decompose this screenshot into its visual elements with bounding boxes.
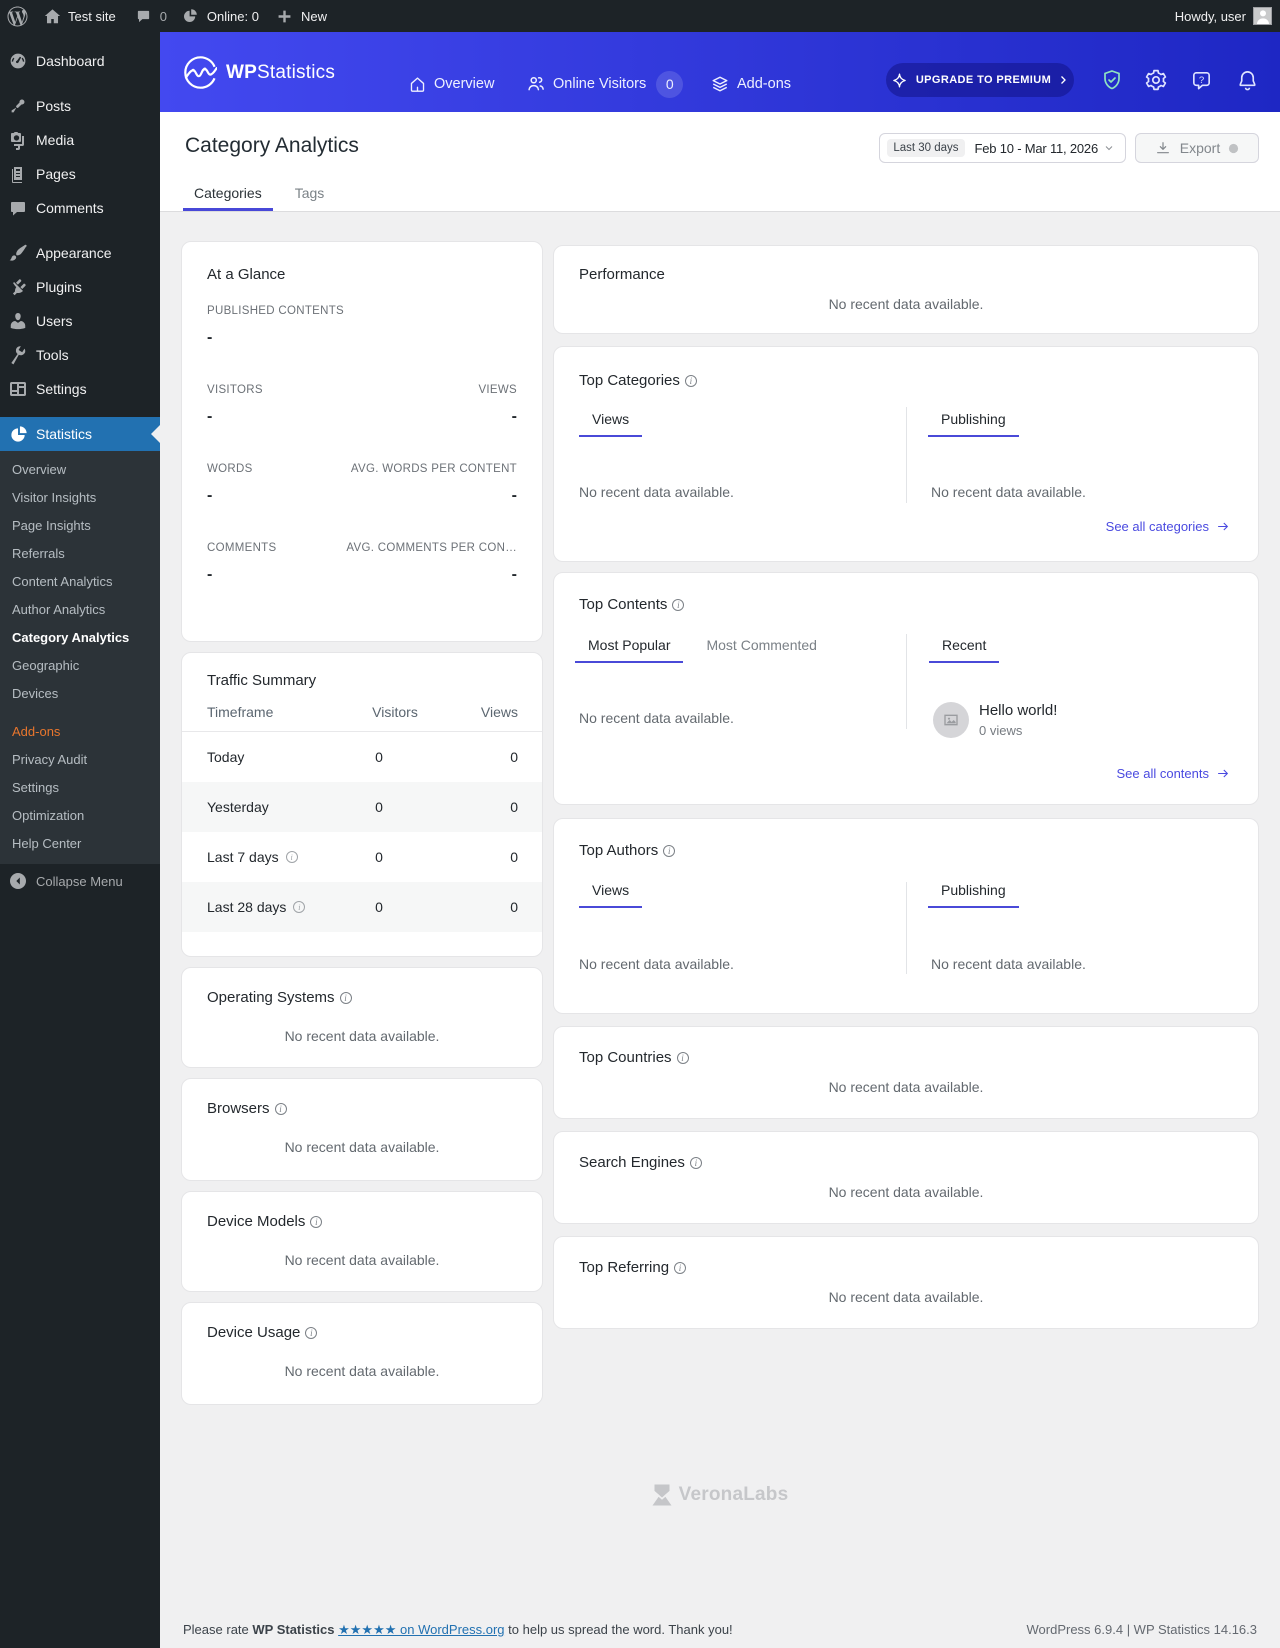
svg-text:?: ? <box>1198 74 1203 85</box>
